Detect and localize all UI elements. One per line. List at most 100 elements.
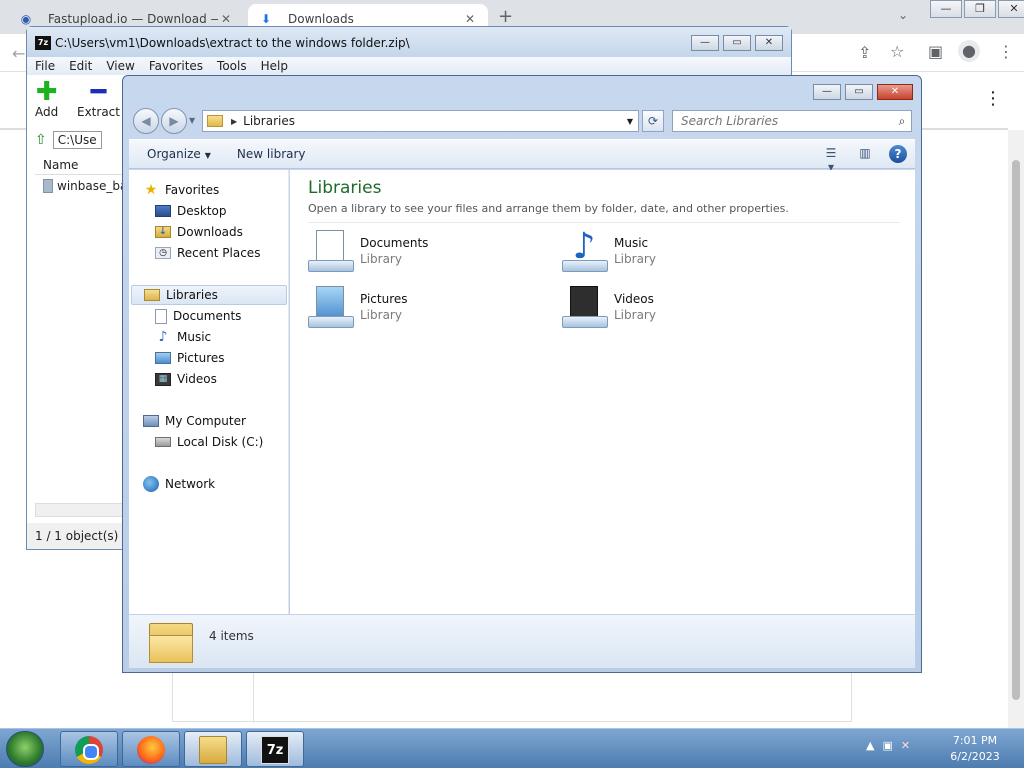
tab-title: Fastupload.io — Download — ex: [48, 12, 218, 26]
maximize-button[interactable]: ▭: [845, 84, 873, 100]
start-button[interactable]: [6, 731, 44, 767]
recent-pages-icon[interactable]: ▼: [189, 116, 195, 125]
page-title: Libraries: [308, 178, 382, 198]
library-videos[interactable]: Videos Library: [560, 284, 656, 332]
search-icon[interactable]: ⌕: [893, 114, 911, 129]
show-hidden-icons-icon[interactable]: ▲: [866, 739, 874, 752]
close-button[interactable]: ✕: [877, 84, 913, 100]
menu-file[interactable]: File: [35, 57, 55, 75]
bookmark-star-icon[interactable]: ☆: [890, 42, 904, 61]
search-box[interactable]: ⌕: [672, 110, 912, 132]
downloads-folder-icon: ↓: [155, 226, 171, 238]
nav-pictures[interactable]: Pictures: [155, 348, 225, 368]
taskbar-7zip[interactable]: 7z: [246, 731, 304, 767]
restore-button[interactable]: ❐: [964, 0, 996, 18]
nav-downloads[interactable]: ↓ Downloads: [155, 222, 243, 242]
horizontal-scrollbar[interactable]: [35, 503, 131, 517]
browser-menu-icon[interactable]: ⋮: [998, 42, 1014, 61]
volume-muted-icon[interactable]: ✕: [901, 739, 910, 752]
network-status-icon[interactable]: ▣: [882, 739, 892, 752]
chevron-down-icon[interactable]: ⌄: [898, 8, 908, 22]
nav-libraries[interactable]: Libraries: [131, 285, 287, 305]
back-button[interactable]: ◀: [133, 108, 159, 134]
scrollbar-thumb[interactable]: [1012, 160, 1020, 700]
library-name: Pictures: [360, 292, 408, 306]
refresh-button[interactable]: ⟳: [642, 110, 664, 132]
library-documents[interactable]: Documents Library: [306, 228, 428, 276]
address-dropdown-icon[interactable]: ▼: [622, 117, 638, 126]
recent-places-icon: ◷: [155, 247, 171, 259]
menu-edit[interactable]: Edit: [69, 57, 92, 75]
library-music[interactable]: ♪ Music Library: [560, 228, 656, 276]
nav-label: Videos: [177, 372, 217, 386]
taskbar-chrome[interactable]: [60, 731, 118, 767]
taskbar-firefox[interactable]: [122, 731, 180, 767]
page-menu-icon[interactable]: ⋮: [984, 88, 1002, 109]
view-controls: ☰ ▾ ▥ ?: [821, 145, 907, 174]
new-tab-button[interactable]: +: [498, 6, 513, 27]
explorer-window-controls: — ▭ ✕: [809, 84, 913, 100]
share-icon[interactable]: ⇪: [858, 43, 871, 62]
nav-desktop[interactable]: Desktop: [155, 201, 227, 221]
new-library-button[interactable]: New library: [229, 147, 314, 161]
menu-help[interactable]: Help: [261, 57, 288, 75]
taskbar-explorer[interactable]: [184, 731, 242, 767]
nav-favorites[interactable]: ★ Favorites: [143, 180, 220, 200]
nav-local-disk[interactable]: Local Disk (C:): [155, 432, 263, 452]
organize-button[interactable]: Organize ▼: [139, 147, 219, 161]
taskbar: 7z ▲ ▣ ✕ 7:01 PM 6/2/2023: [0, 728, 1024, 768]
close-button[interactable]: ✕: [755, 35, 783, 51]
nav-recent-places[interactable]: ◷ Recent Places: [155, 243, 260, 263]
page-scrollbar[interactable]: [1008, 130, 1024, 728]
side-panel-icon[interactable]: ▣: [928, 42, 943, 61]
pictures-library-icon: [306, 284, 356, 332]
column-header-name[interactable]: Name: [35, 155, 135, 175]
change-view-icon[interactable]: ☰ ▾: [821, 146, 841, 174]
nav-label: Pictures: [177, 351, 225, 365]
address-bar[interactable]: ▶ Libraries ▼: [202, 110, 639, 132]
tab-title: Downloads: [288, 12, 354, 26]
explorer-icon: [199, 736, 227, 764]
forward-button[interactable]: ▶: [161, 108, 187, 134]
table-row[interactable]: winbase_bas: [43, 179, 134, 193]
back-arrow-icon[interactable]: ←: [12, 44, 25, 63]
breadcrumb-arrow-icon[interactable]: ▶: [231, 117, 237, 126]
up-folder-icon[interactable]: ⇧: [35, 132, 47, 148]
search-input[interactable]: [681, 114, 893, 128]
nav-documents[interactable]: Documents: [155, 306, 241, 326]
menu-favorites[interactable]: Favorites: [149, 57, 203, 75]
extract-button[interactable]: ━ Extract: [77, 79, 120, 119]
preview-pane-icon[interactable]: ▥: [855, 146, 875, 162]
profile-avatar-icon[interactable]: ●: [958, 40, 980, 62]
nav-network[interactable]: Network: [143, 474, 215, 494]
minimize-button[interactable]: —: [691, 35, 719, 51]
desktop-icon: [155, 205, 171, 217]
library-type: Library: [360, 308, 402, 322]
download-icon: ⬇: [260, 12, 272, 26]
help-icon[interactable]: ?: [889, 145, 907, 163]
libraries-explorer-window: — ▭ ✕ ◀ ▶ ▼ ▶ Libraries ▼ ⟳ ⌕ Organize▼ …: [122, 75, 922, 673]
clock[interactable]: 7:01 PM 6/2/2023: [940, 733, 1010, 765]
page-subtitle: Open a library to see your files and arr…: [308, 202, 789, 215]
library-name: Videos: [614, 292, 654, 306]
close-tab-icon[interactable]: ✕: [218, 12, 234, 26]
menu-tools[interactable]: Tools: [217, 57, 247, 75]
menu-view[interactable]: View: [106, 57, 134, 75]
add-button[interactable]: ✚ Add: [35, 79, 58, 119]
seven-zip-titlebar[interactable]: 7z C:\Users\vm1\Downloads\extract to the…: [27, 27, 791, 59]
nav-my-computer[interactable]: My Computer: [143, 411, 246, 431]
nav-videos[interactable]: ▦ Videos: [155, 369, 217, 389]
path-input[interactable]: C:\Use: [52, 131, 102, 149]
close-tab-icon[interactable]: ✕: [462, 12, 478, 26]
minimize-button[interactable]: —: [930, 0, 962, 18]
maximize-button[interactable]: ▭: [723, 35, 751, 51]
breadcrumb[interactable]: Libraries: [243, 114, 622, 128]
videos-library-icon: [560, 284, 610, 332]
disk-drive-icon: [155, 437, 171, 447]
nav-music[interactable]: ♪ Music: [155, 327, 212, 347]
close-button[interactable]: ✕: [998, 0, 1024, 18]
minimize-button[interactable]: —: [813, 84, 841, 100]
libraries-icon: [144, 289, 160, 301]
library-pictures[interactable]: Pictures Library: [306, 284, 408, 332]
chevron-down-icon: ▼: [204, 151, 211, 160]
